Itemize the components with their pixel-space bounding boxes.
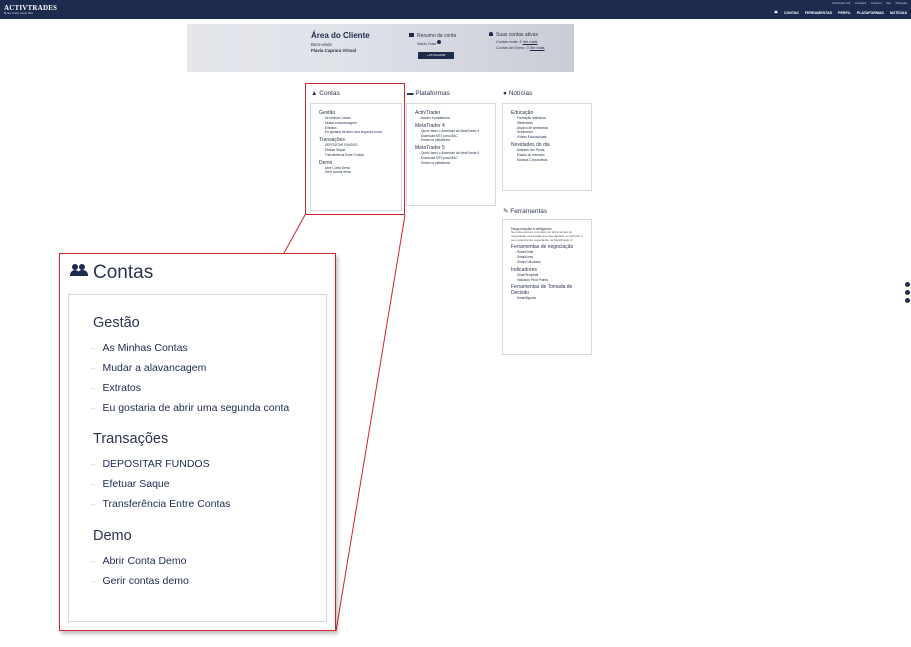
contas-panel-zoomed: Gestão As Minhas Contas Mudar a alavanca…	[68, 294, 327, 622]
contas-title: Contas	[70, 262, 153, 284]
social-icon[interactable]	[905, 298, 910, 303]
social-icon[interactable]	[905, 282, 910, 287]
link-statements[interactable]: Extratos	[91, 382, 141, 394]
contas-zoom-callout: Contas Gestão As Minhas Contas Mudar a a…	[59, 253, 336, 631]
link-withdraw[interactable]: Efetuar Saque	[91, 478, 169, 490]
link-change-leverage[interactable]: Mudar a alavancagem	[91, 362, 206, 374]
users-icon	[70, 263, 90, 279]
link-manage-demo[interactable]: Gerir contas demo	[91, 575, 188, 587]
group-heading-transacoes: Transações	[93, 431, 169, 447]
side-social-icons	[905, 282, 910, 306]
group-heading-demo: Demo	[93, 528, 132, 544]
link-second-account[interactable]: Eu gostaria de abrir uma segunda conta	[91, 402, 289, 414]
link-transfer[interactable]: Transferência Entre Contas	[91, 498, 230, 510]
link-my-accounts[interactable]: As Minhas Contas	[91, 342, 187, 354]
group-heading-gestao: Gestão	[93, 315, 140, 331]
link-deposit[interactable]: DEPOSITAR FUNDOS	[91, 458, 209, 470]
link-open-demo[interactable]: Abrir Conta Demo	[91, 555, 186, 567]
social-icon[interactable]	[905, 290, 910, 295]
